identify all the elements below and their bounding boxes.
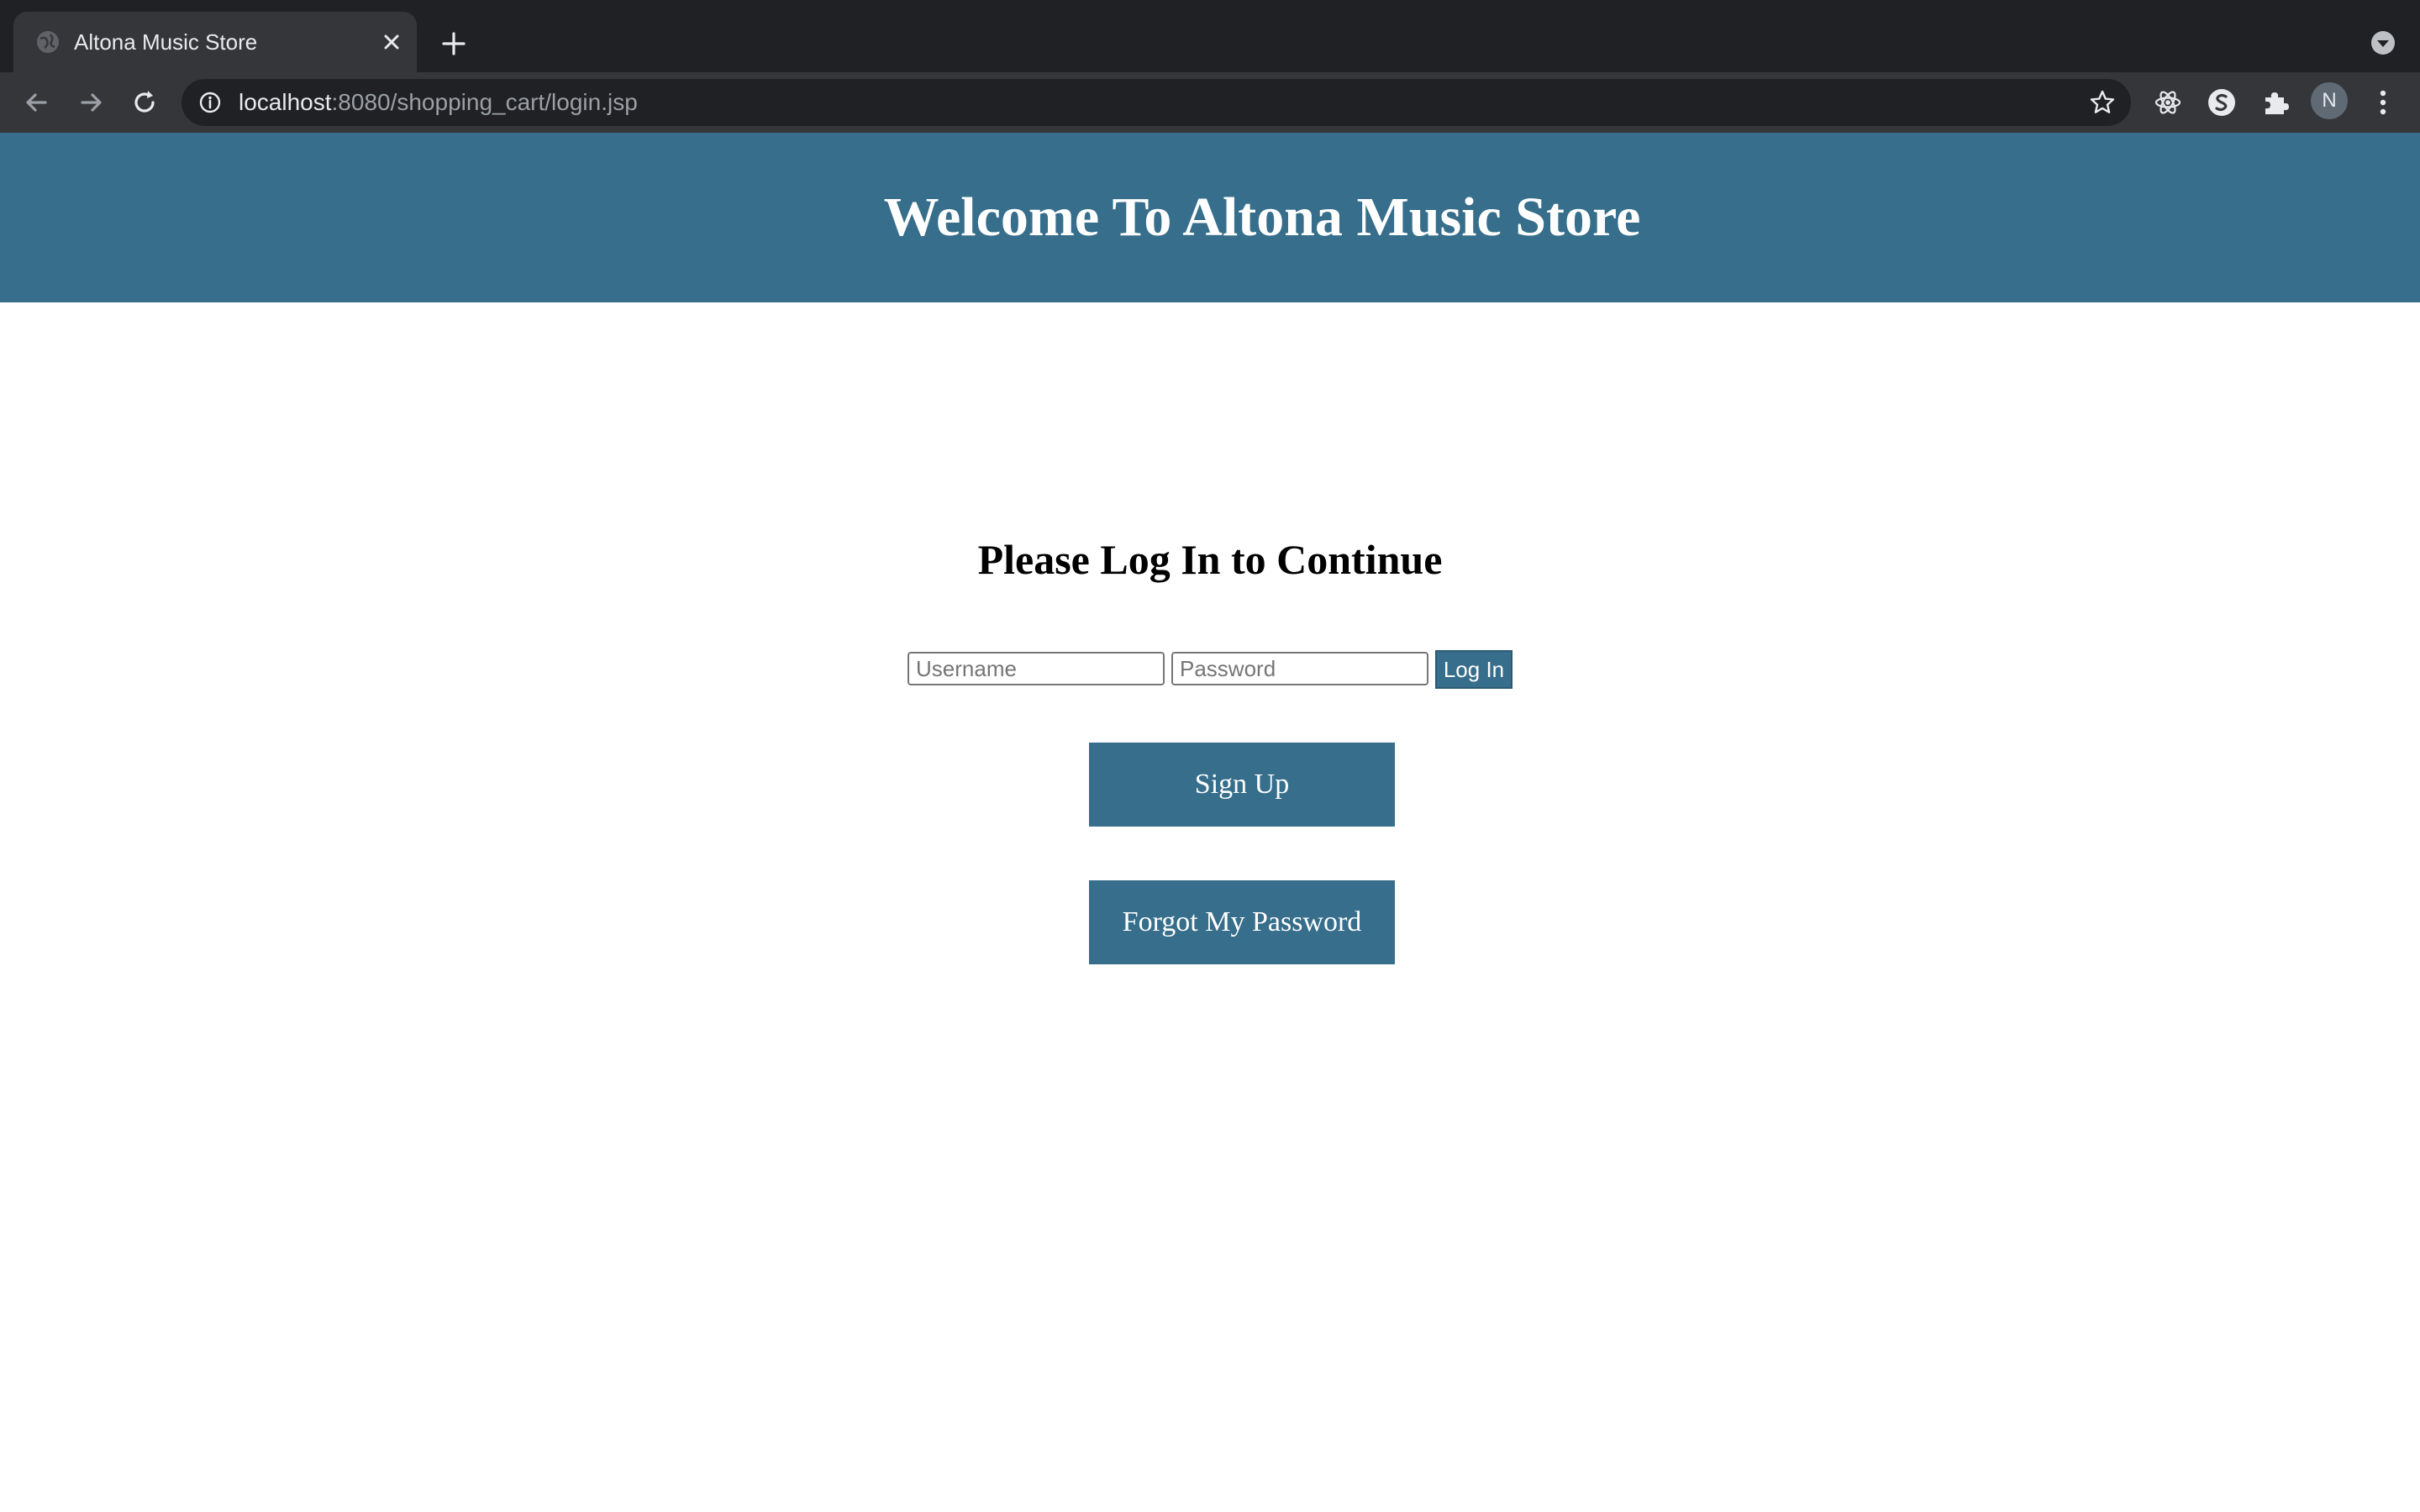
close-icon[interactable] [378, 29, 405, 55]
username-input[interactable] [908, 652, 1165, 685]
site-title: Welcome To Altona Music Store [883, 186, 1641, 248]
address-bar[interactable]: localhost:8080/shopping_cart/login.jsp [182, 79, 2131, 126]
tab-search-icon[interactable] [2370, 29, 2396, 56]
login-heading: Please Log In to Continue [977, 536, 1443, 583]
puzzle-icon[interactable] [2259, 86, 2292, 119]
url-text: localhost:8080/shopping_cart/login.jsp [239, 79, 638, 126]
browser-tab[interactable]: Altona Music Store [13, 12, 417, 72]
tab-title: Altona Music Store [74, 29, 258, 55]
s-extension-icon[interactable] [2205, 86, 2238, 119]
menu-icon[interactable] [2366, 86, 2400, 119]
login-button[interactable]: Log In [1435, 650, 1512, 689]
reload-icon[interactable] [128, 86, 161, 119]
site-header: Welcome To Altona Music Store [0, 133, 2420, 302]
star-icon[interactable] [2089, 89, 2116, 116]
globe-icon [35, 29, 60, 55]
browser-toolbar: localhost:8080/shopping_cart/login.jsp [0, 72, 2420, 133]
browser-tab-strip: Altona Music Store [0, 0, 2420, 72]
login-form: Log In [906, 650, 1514, 689]
signup-button[interactable]: Sign Up [1089, 743, 1395, 827]
url-path: :8080/shopping_cart/login.jsp [331, 89, 638, 115]
avatar[interactable]: N [2311, 82, 2348, 119]
info-icon[interactable] [198, 91, 222, 114]
react-devtools-icon[interactable] [2151, 86, 2185, 119]
back-icon[interactable] [20, 86, 54, 119]
forgot-password-button[interactable]: Forgot My Password [1089, 880, 1395, 964]
password-input[interactable] [1171, 652, 1428, 685]
forward-icon[interactable] [74, 86, 108, 119]
url-host: localhost [239, 89, 332, 115]
new-tab-icon[interactable] [439, 29, 469, 59]
